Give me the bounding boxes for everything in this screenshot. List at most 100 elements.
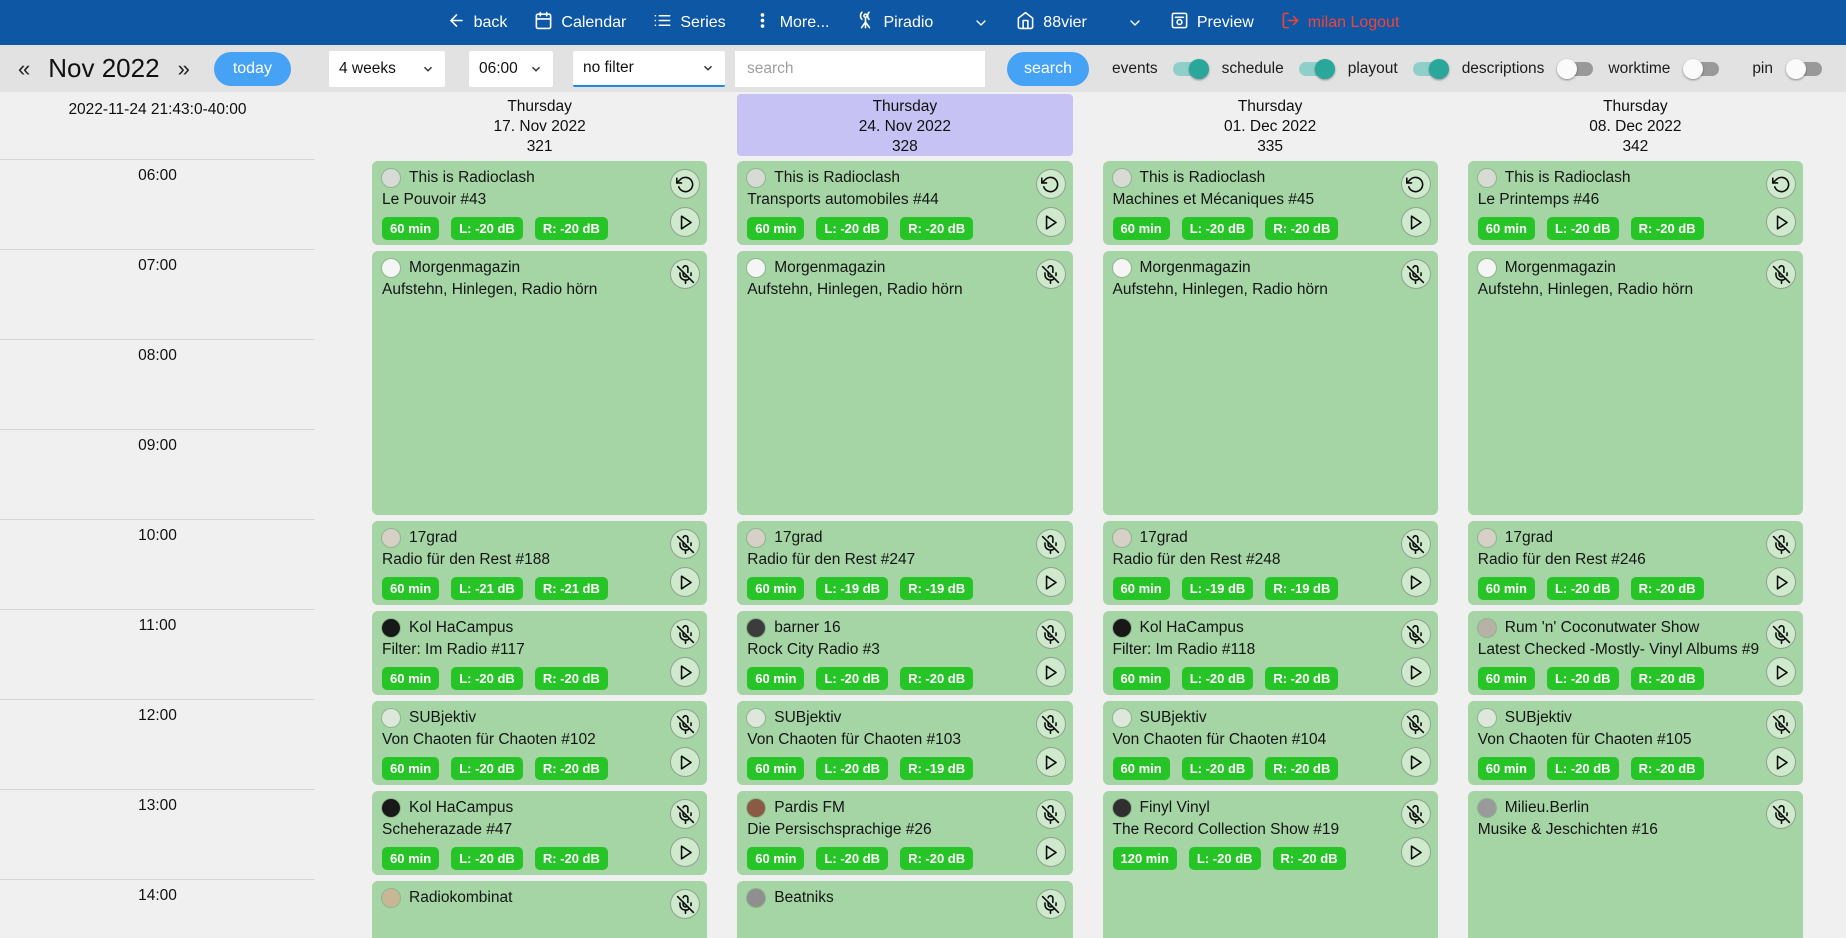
mic-off-icon[interactable] (1766, 799, 1796, 829)
search-button[interactable]: search (1007, 52, 1089, 86)
play-icon[interactable] (670, 747, 700, 777)
mic-off-icon[interactable] (670, 889, 700, 919)
nav-calendar[interactable]: Calendar (534, 11, 626, 35)
mic-off-icon[interactable] (1401, 709, 1431, 739)
chevron-down-icon[interactable] (973, 15, 989, 31)
mic-off-icon[interactable] (1036, 259, 1066, 289)
event-card[interactable]: Morgenmagazin Aufstehn, Hinlegen, Radio … (372, 251, 707, 515)
event-card[interactable]: Finyl Vinyl The Record Collection Show #… (1103, 791, 1438, 938)
play-icon[interactable] (670, 207, 700, 237)
play-icon[interactable] (670, 567, 700, 597)
play-icon[interactable] (1036, 747, 1066, 777)
event-card[interactable]: SUBjektiv Von Chaoten für Chaoten #104 6… (1103, 701, 1438, 785)
nav-series[interactable]: Series (653, 11, 725, 35)
prev-period-button[interactable]: « (14, 56, 34, 82)
toggle-descriptions[interactable] (1557, 59, 1595, 79)
refresh-icon[interactable] (1766, 169, 1796, 199)
day-header[interactable]: Thursday 08. Dec 2022 342 (1468, 94, 1803, 156)
mic-off-icon[interactable] (1766, 709, 1796, 739)
mic-off-icon[interactable] (670, 619, 700, 649)
nav-station-piradio[interactable]: Piradio (856, 11, 989, 35)
event-card[interactable]: This is Radioclash Le Pouvoir #43 60 min… (372, 161, 707, 245)
event-card[interactable]: SUBjektiv Von Chaoten für Chaoten #102 6… (372, 701, 707, 785)
mic-off-icon[interactable] (1766, 619, 1796, 649)
mic-off-icon[interactable] (1036, 709, 1066, 739)
event-card[interactable]: Morgenmagazin Aufstehn, Hinlegen, Radio … (1103, 251, 1438, 515)
play-icon[interactable] (670, 837, 700, 867)
event-card[interactable]: Radiokombinat (372, 881, 707, 938)
mic-off-icon[interactable] (670, 259, 700, 289)
play-icon[interactable] (670, 657, 700, 687)
mic-off-icon[interactable] (1036, 619, 1066, 649)
refresh-icon[interactable] (670, 169, 700, 199)
event-card[interactable]: This is Radioclash Transports automobile… (737, 161, 1072, 245)
day-header[interactable]: Thursday 24. Nov 2022 328 (737, 94, 1072, 156)
play-icon[interactable] (1036, 657, 1066, 687)
toggle-worktime[interactable] (1683, 59, 1721, 79)
play-icon[interactable] (1766, 207, 1796, 237)
mic-off-icon[interactable] (1401, 619, 1431, 649)
event-card[interactable]: Morgenmagazin Aufstehn, Hinlegen, Radio … (737, 251, 1072, 515)
toggle-playout[interactable] (1411, 59, 1449, 79)
refresh-icon[interactable] (1036, 169, 1066, 199)
mic-off-icon[interactable] (1401, 529, 1431, 559)
play-icon[interactable] (1401, 837, 1431, 867)
event-card[interactable]: Kol HaCampus Filter: Im Radio #118 60 mi… (1103, 611, 1438, 695)
toggle-pin[interactable] (1786, 59, 1824, 79)
today-button[interactable]: today (214, 52, 291, 86)
logout-button[interactable]: milan Logout (1281, 11, 1400, 35)
play-icon[interactable] (1401, 747, 1431, 777)
nav-more[interactable]: More... (753, 11, 830, 35)
event-card[interactable]: SUBjektiv Von Chaoten für Chaoten #103 6… (737, 701, 1072, 785)
refresh-icon[interactable] (1401, 169, 1431, 199)
event-card[interactable]: This is Radioclash Machines et Mécanique… (1103, 161, 1438, 245)
nav-station-88vier[interactable]: 88vier (1016, 11, 1143, 35)
chevron-down-icon[interactable] (1127, 15, 1143, 31)
mic-off-icon[interactable] (670, 799, 700, 829)
nav-preview[interactable]: Preview (1170, 11, 1254, 35)
badge: L: -20 dB (1547, 217, 1619, 240)
event-card[interactable]: Kol HaCampus Filter: Im Radio #117 60 mi… (372, 611, 707, 695)
search-input[interactable] (735, 51, 985, 87)
mic-off-icon[interactable] (1036, 889, 1066, 919)
mic-off-icon[interactable] (1766, 529, 1796, 559)
play-icon[interactable] (1036, 567, 1066, 597)
next-period-button[interactable]: » (174, 56, 194, 82)
play-icon[interactable] (1766, 747, 1796, 777)
mic-off-icon[interactable] (670, 529, 700, 559)
mic-off-icon[interactable] (670, 709, 700, 739)
play-icon[interactable] (1766, 567, 1796, 597)
event-card[interactable]: 17grad Radio für den Rest #188 60 minL: … (372, 521, 707, 605)
range-select[interactable]: 4 weeks (329, 51, 445, 87)
play-icon[interactable] (1401, 567, 1431, 597)
event-card[interactable]: 17grad Radio für den Rest #246 60 minL: … (1468, 521, 1803, 605)
play-icon[interactable] (1036, 207, 1066, 237)
day-header[interactable]: Thursday 01. Dec 2022 335 (1103, 94, 1438, 156)
event-card[interactable]: Beatniks (737, 881, 1072, 938)
mic-off-icon[interactable] (1766, 259, 1796, 289)
play-icon[interactable] (1036, 837, 1066, 867)
play-icon[interactable] (1766, 657, 1796, 687)
event-card[interactable]: barner 16 Rock City Radio #3 60 minL: -2… (737, 611, 1072, 695)
event-card[interactable]: Rum 'n' Coconutwater Show Latest Checked… (1468, 611, 1803, 695)
event-card[interactable]: Morgenmagazin Aufstehn, Hinlegen, Radio … (1468, 251, 1803, 515)
event-card[interactable]: Pardis FM Die Persischsprachige #26 60 m… (737, 791, 1072, 875)
event-card[interactable]: SUBjektiv Von Chaoten für Chaoten #105 6… (1468, 701, 1803, 785)
mic-off-icon[interactable] (1401, 799, 1431, 829)
play-icon[interactable] (1401, 657, 1431, 687)
back-button[interactable]: back (447, 11, 508, 35)
event-card[interactable]: Kol HaCampus Scheherazade #47 60 minL: -… (372, 791, 707, 875)
toggle-schedule[interactable] (1297, 59, 1335, 79)
mic-off-icon[interactable] (1036, 799, 1066, 829)
event-card[interactable]: 17grad Radio für den Rest #248 60 minL: … (1103, 521, 1438, 605)
event-card[interactable]: This is Radioclash Le Printemps #46 60 m… (1468, 161, 1803, 245)
start-time-select[interactable]: 06:00 (469, 51, 553, 87)
play-icon[interactable] (1401, 207, 1431, 237)
day-header[interactable]: Thursday 17. Nov 2022 321 (372, 94, 707, 156)
mic-off-icon[interactable] (1401, 259, 1431, 289)
event-card[interactable]: Milieu.Berlin Musike & Jeschichten #16 (1468, 791, 1803, 938)
event-card[interactable]: 17grad Radio für den Rest #247 60 minL: … (737, 521, 1072, 605)
toggle-events[interactable] (1171, 59, 1209, 79)
mic-off-icon[interactable] (1036, 529, 1066, 559)
filter-select[interactable]: no filter (573, 51, 725, 87)
